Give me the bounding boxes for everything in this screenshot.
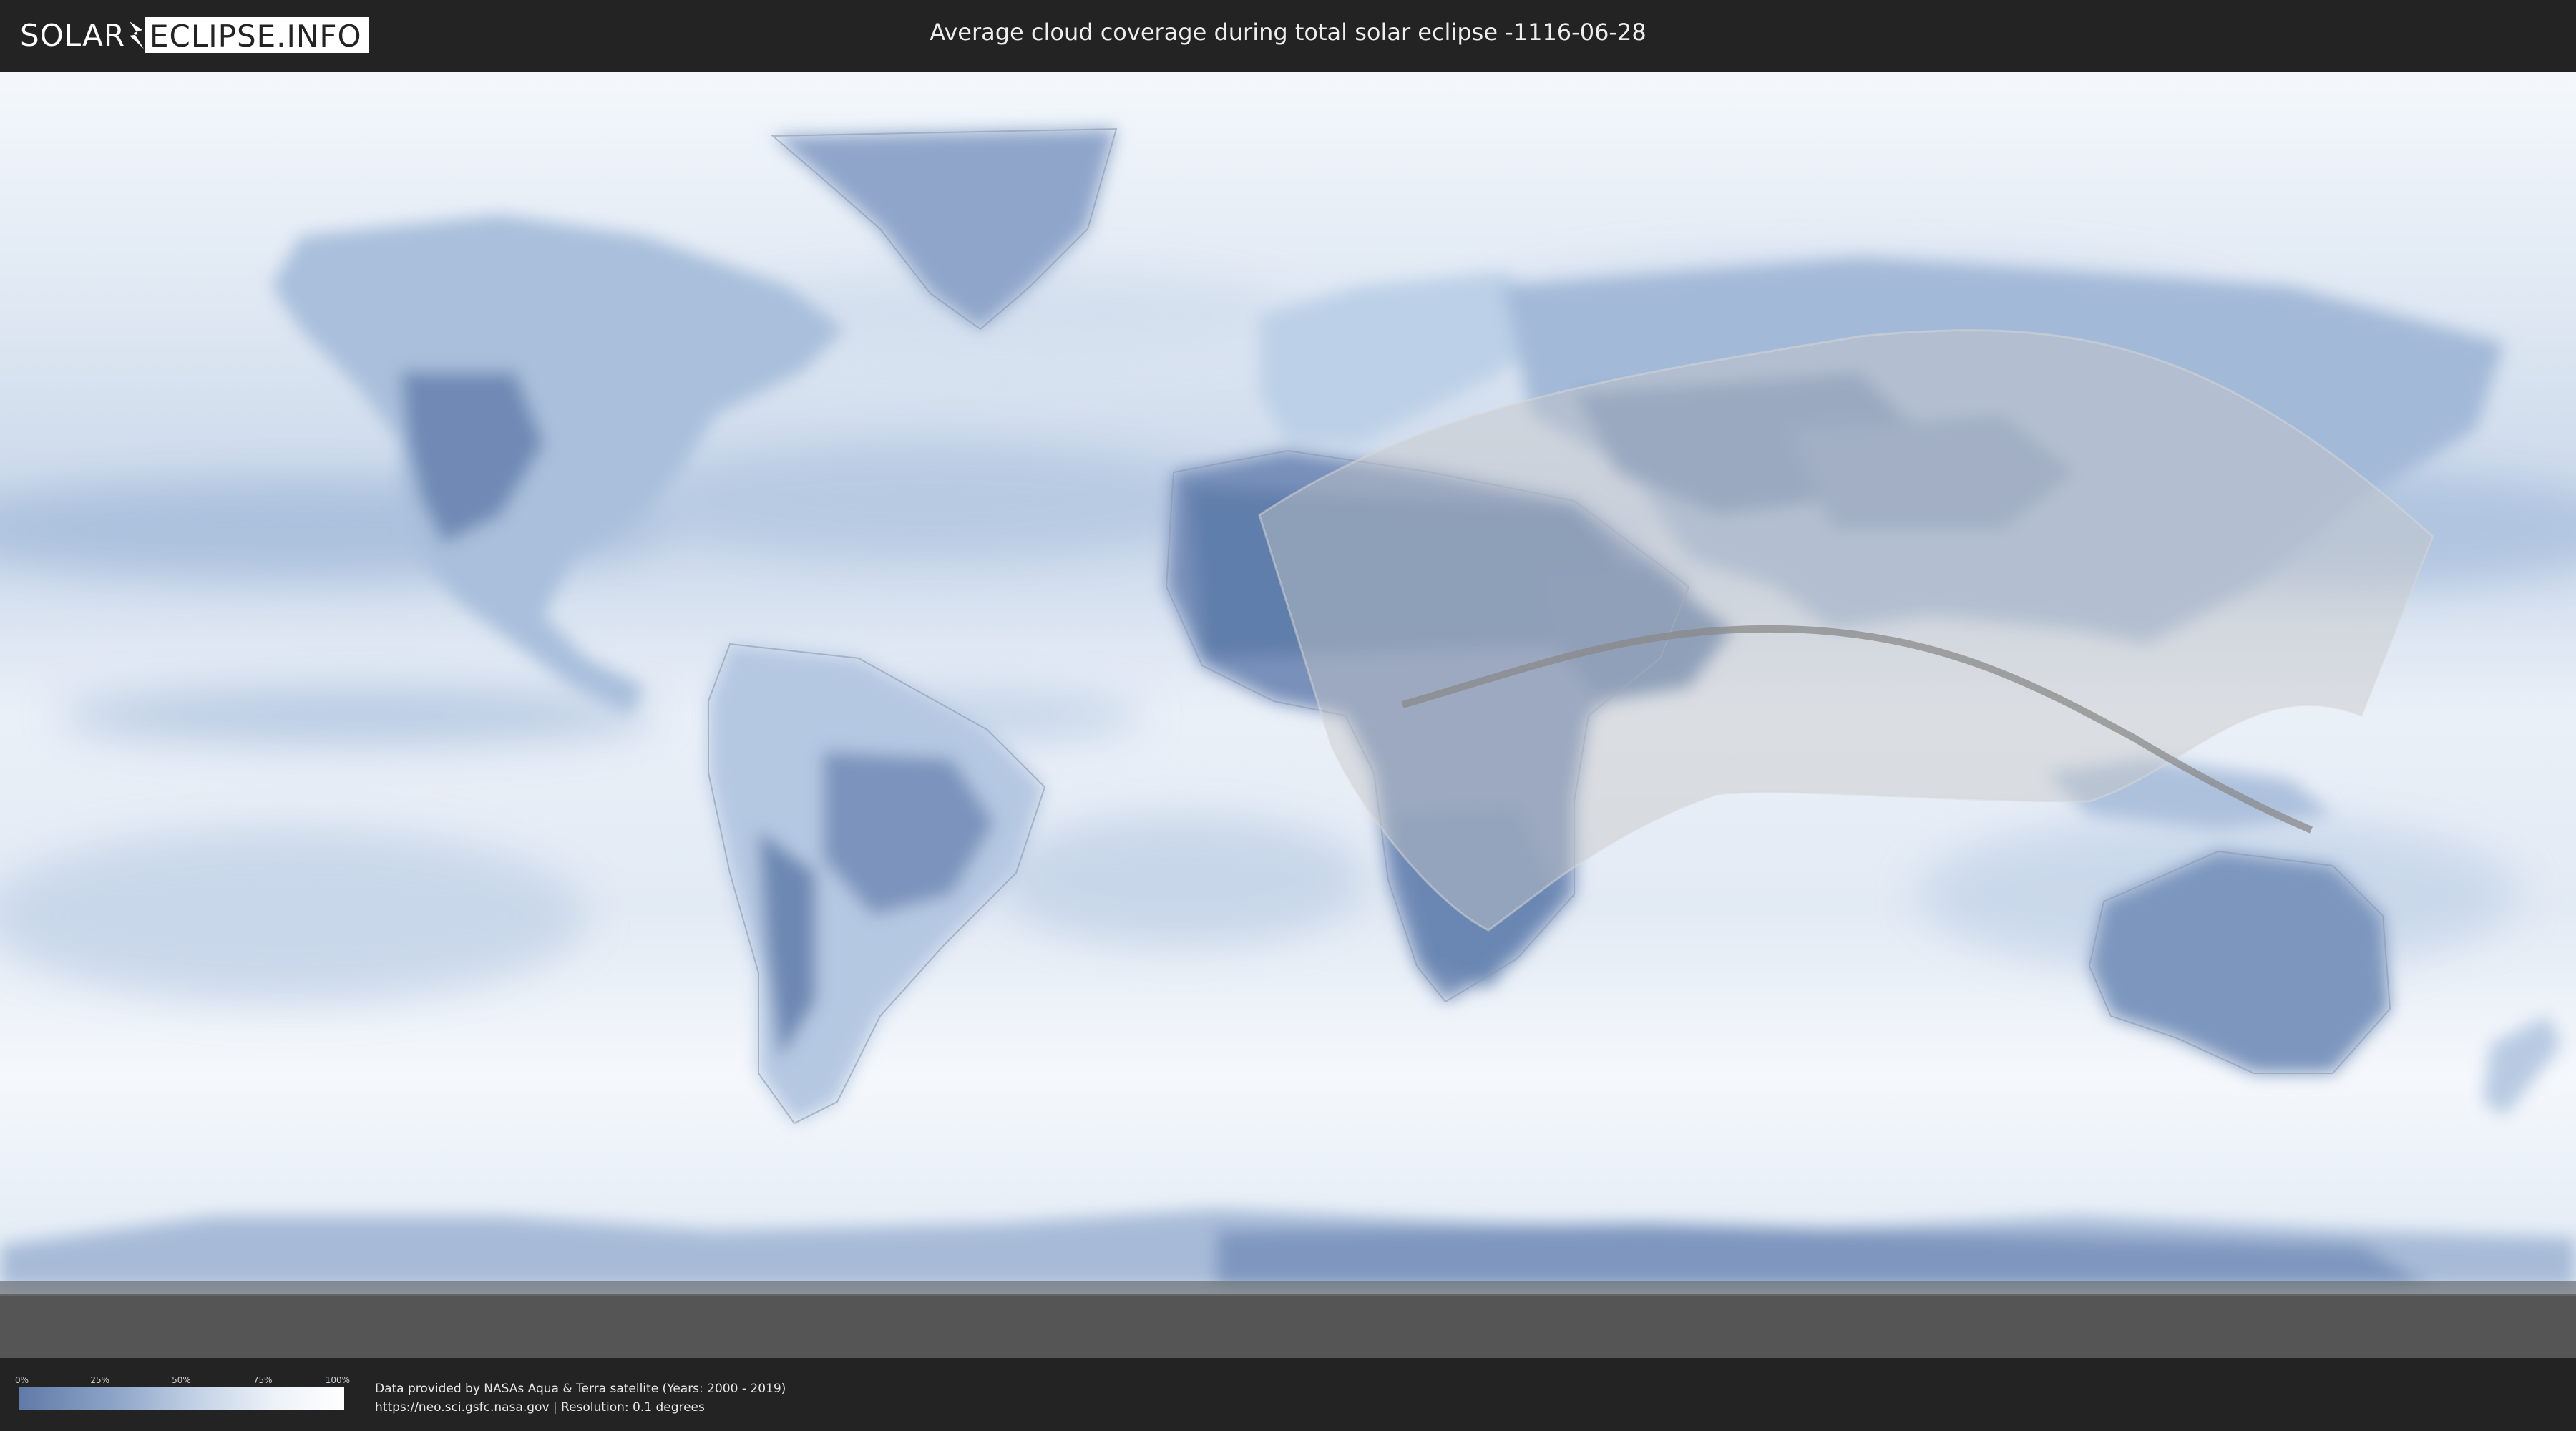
legend-ticks: 0% 25% 50% 75% 100% xyxy=(15,1375,350,1387)
legend-tick: 50% xyxy=(172,1375,191,1385)
credits-line-url[interactable]: https://neo.sci.gsfc.nasa.gov | Resoluti… xyxy=(375,1398,786,1417)
data-credits: Data provided by NASAs Aqua & Terra sate… xyxy=(375,1379,786,1417)
page-title: Average cloud coverage during total sola… xyxy=(930,19,1646,46)
below-map-band xyxy=(0,1294,2576,1358)
legend-tick: 0% xyxy=(15,1375,29,1385)
legend-tick: 25% xyxy=(90,1375,110,1385)
legend-tick: 100% xyxy=(325,1375,351,1385)
cloud-coverage-legend: 0% 25% 50% 75% 100% xyxy=(15,1375,350,1410)
cloud-coverage-map[interactable] xyxy=(0,72,2576,1358)
footer-bar: 0% 25% 50% 75% 100% Data provided by NAS… xyxy=(0,1358,2576,1431)
legend-tick: 75% xyxy=(253,1375,273,1385)
legend-color-bar xyxy=(19,1387,344,1410)
header-bar: SOLAR ECLIPSE.INFO Average cloud coverag… xyxy=(0,0,2576,72)
credits-line-source: Data provided by NASAs Aqua & Terra sate… xyxy=(375,1382,786,1396)
